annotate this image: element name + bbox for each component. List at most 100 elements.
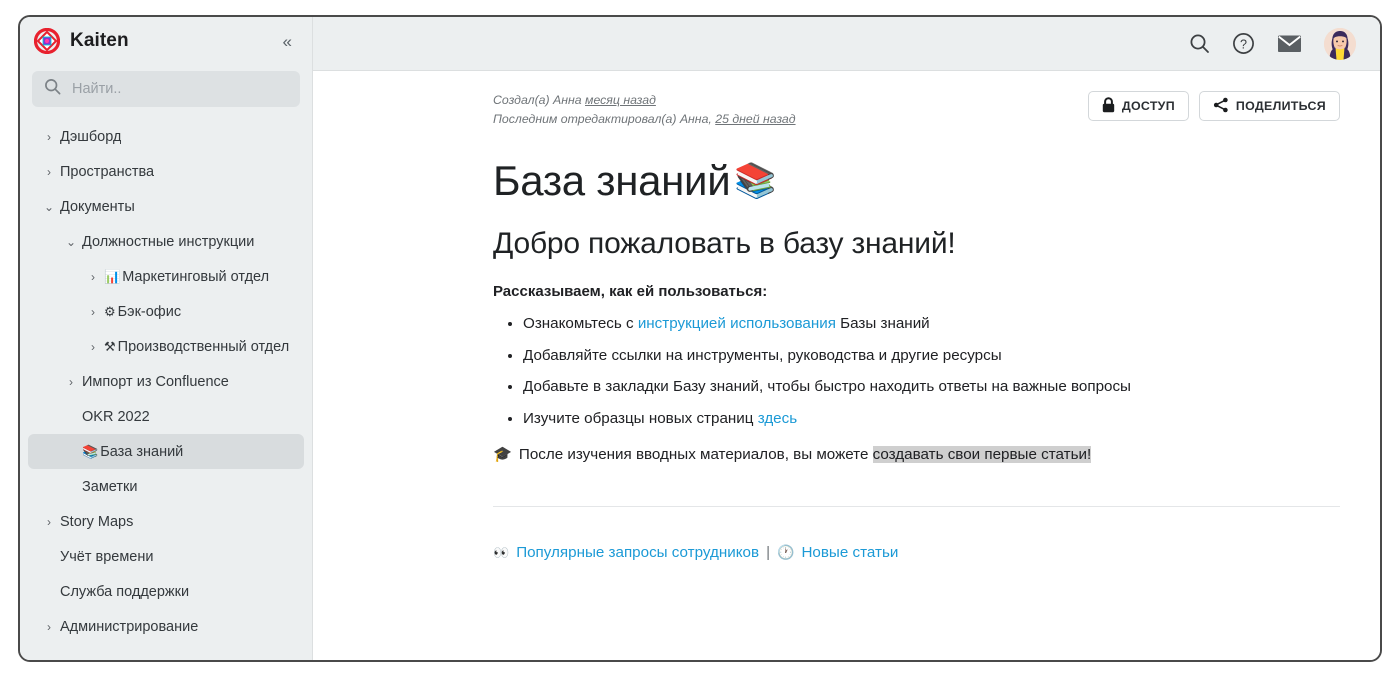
meta-edited-text: Последним отредактировал(а) Анна,	[493, 112, 715, 126]
sidebar-item-label: Дэшборд	[60, 129, 121, 145]
avatar[interactable]	[1324, 28, 1356, 60]
sidebar-item-9-icon: 📚	[82, 445, 98, 458]
sidebar-item-12[interactable]: Учёт времени	[28, 539, 304, 574]
graduation-plain-text: После изучения вводных материалов, вы мо…	[519, 446, 873, 463]
sidebar-item-label: Импорт из Confluence	[82, 374, 229, 390]
bullet-item: Ознакомьтесь с инструкцией использования…	[523, 314, 1340, 335]
bullet-text-before: Добавляйте ссылки на инструменты, руково…	[523, 347, 1002, 364]
lead-paragraph: Рассказываем, как ей пользоваться:	[493, 283, 1340, 300]
graduation-line-text: После изучения вводных материалов, вы мо…	[519, 446, 1091, 463]
sidebar-nav: ›Дэшборд›Пространства⌄Документы⌄Должност…	[20, 115, 312, 660]
sidebar-item-label: Должностные инструкции	[82, 234, 254, 250]
kaiten-logo-icon	[34, 28, 60, 54]
footer-separator: |	[766, 544, 770, 561]
top-bar: ?	[313, 17, 1380, 71]
meta-created-link[interactable]: месяц назад	[585, 93, 656, 107]
sidebar-item-label: Документы	[60, 199, 135, 215]
sidebar-item-1[interactable]: ›Пространства	[28, 154, 304, 189]
chevron-right-icon[interactable]: ›	[38, 131, 60, 143]
sidebar-item-label: База знаний	[100, 444, 183, 460]
bullet-item: Добавьте в закладки Базу знаний, чтобы б…	[523, 377, 1340, 398]
access-button[interactable]: ДОСТУП	[1088, 91, 1189, 121]
sidebar-item-8[interactable]: OKR 2022	[28, 399, 304, 434]
sidebar-item-3[interactable]: ⌄Должностные инструкции	[28, 224, 304, 259]
access-button-label: ДОСТУП	[1122, 99, 1175, 113]
chevron-right-icon[interactable]: ›	[38, 621, 60, 633]
chevron-right-icon[interactable]: ›	[82, 306, 104, 318]
sidebar-item-label: Учёт времени	[60, 549, 153, 565]
app-window: Kaiten « ›Дэшборд›Пространства⌄Документы…	[18, 15, 1382, 662]
sidebar-item-0[interactable]: ›Дэшборд	[28, 119, 304, 154]
sidebar-item-label: Бэк-офис	[118, 304, 181, 320]
sidebar-item-7[interactable]: ›Импорт из Confluence	[28, 364, 304, 399]
bullet-text-before: Изучите образцы новых страниц	[523, 410, 758, 427]
clock-icon: 🕐	[777, 544, 794, 561]
chevron-down-icon[interactable]: ⌄	[38, 201, 60, 213]
sidebar-item-label: Администрирование	[60, 619, 198, 635]
meta-edited-line: Последним отредактировал(а) Анна, 25 дне…	[493, 110, 796, 129]
search-icon[interactable]	[1189, 33, 1210, 54]
share-icon	[1213, 97, 1229, 116]
chevron-right-icon[interactable]: ›	[60, 376, 82, 388]
divider	[493, 506, 1340, 507]
graduation-cap-icon: 🎓	[493, 445, 512, 463]
mail-icon[interactable]	[1277, 34, 1302, 53]
sidebar-item-6[interactable]: ›⚒Производственный отдел	[28, 329, 304, 364]
sidebar-item-13[interactable]: Служба поддержки	[28, 574, 304, 609]
chevron-right-icon[interactable]: ›	[82, 341, 104, 353]
sidebar-item-label: Пространства	[60, 164, 154, 180]
document-meta-row: Создал(а) Анна месяц назад Последним отр…	[493, 91, 1340, 129]
sidebar-item-label: Заметки	[82, 479, 137, 495]
new-articles-link[interactable]: Новые статьи	[801, 544, 898, 561]
sidebar-item-label: Маркетинговый отдел	[122, 269, 269, 285]
bullet-item: Добавляйте ссылки на инструменты, руково…	[523, 346, 1340, 367]
bullet-list: Ознакомьтесь с инструкцией использования…	[493, 314, 1340, 429]
sidebar-item-9[interactable]: 📚База знаний	[28, 434, 304, 469]
chevron-right-icon[interactable]: ›	[38, 516, 60, 528]
bullet-link[interactable]: здесь	[758, 410, 797, 427]
bullet-item: Изучите образцы новых страниц здесь	[523, 409, 1340, 430]
sidebar-item-label: Производственный отдел	[118, 339, 290, 355]
eyes-icon: 👀	[493, 545, 509, 561]
share-button-label: ПОДЕЛИТЬСЯ	[1236, 99, 1326, 113]
bullet-text-after: Базы знаний	[836, 315, 930, 332]
help-icon[interactable]: ?	[1232, 32, 1255, 55]
lock-icon	[1102, 97, 1115, 116]
share-button[interactable]: ПОДЕЛИТЬСЯ	[1199, 91, 1340, 121]
sidebar-item-label: Служба поддержки	[60, 584, 189, 600]
sidebar-item-5-icon: ⚙	[104, 305, 116, 318]
sidebar-item-11[interactable]: ›Story Maps	[28, 504, 304, 539]
sidebar-item-14[interactable]: ›Администрирование	[28, 609, 304, 644]
sidebar-item-2[interactable]: ⌄Документы	[28, 189, 304, 224]
document-meta: Создал(а) Анна месяц назад Последним отр…	[493, 91, 796, 129]
main-area: ?	[313, 17, 1380, 660]
meta-created-text: Создал(а) Анна	[493, 93, 585, 107]
chevron-right-icon[interactable]: ›	[82, 271, 104, 283]
popular-requests-link[interactable]: Популярные запросы сотрудников	[516, 544, 759, 561]
sidebar-item-label: OKR 2022	[82, 409, 150, 425]
search-input[interactable]	[72, 81, 288, 97]
chevron-right-icon[interactable]: ›	[38, 166, 60, 178]
books-icon: 📚	[734, 161, 776, 201]
bullet-link[interactable]: инструкцией использования	[638, 315, 836, 332]
page-title-text: База знаний	[493, 157, 730, 205]
meta-edited-link[interactable]: 25 дней назад	[715, 112, 795, 126]
bullet-text-before: Добавьте в закладки Базу знаний, чтобы б…	[523, 378, 1131, 395]
chevron-down-icon[interactable]: ⌄	[60, 236, 82, 248]
document-body: Создал(а) Анна месяц назад Последним отр…	[313, 71, 1380, 660]
page-title: База знаний 📚	[493, 157, 1340, 205]
selected-text[interactable]: создавать свои первые статьи!	[873, 446, 1092, 463]
document-actions: ДОСТУП ПОДЕЛИТЬСЯ	[1088, 91, 1340, 121]
sidebar-item-6-icon: ⚒	[104, 340, 116, 353]
footer-links: 👀 Популярные запросы сотрудников | 🕐 Нов…	[493, 544, 1340, 561]
sidebar-item-4[interactable]: ›📊Маркетинговый отдел	[28, 259, 304, 294]
sidebar-item-10[interactable]: Заметки	[28, 469, 304, 504]
bullet-text-before: Ознакомьтесь с	[523, 315, 638, 332]
collapse-sidebar-icon[interactable]: «	[279, 31, 296, 52]
search-box[interactable]	[32, 71, 300, 107]
graduation-line: 🎓 После изучения вводных материалов, вы …	[493, 445, 1340, 463]
svg-text:?: ?	[1240, 37, 1247, 51]
meta-created-line: Создал(а) Анна месяц назад	[493, 91, 796, 110]
sidebar-item-5[interactable]: ›⚙Бэк-офис	[28, 294, 304, 329]
sidebar-item-label: Story Maps	[60, 514, 133, 530]
